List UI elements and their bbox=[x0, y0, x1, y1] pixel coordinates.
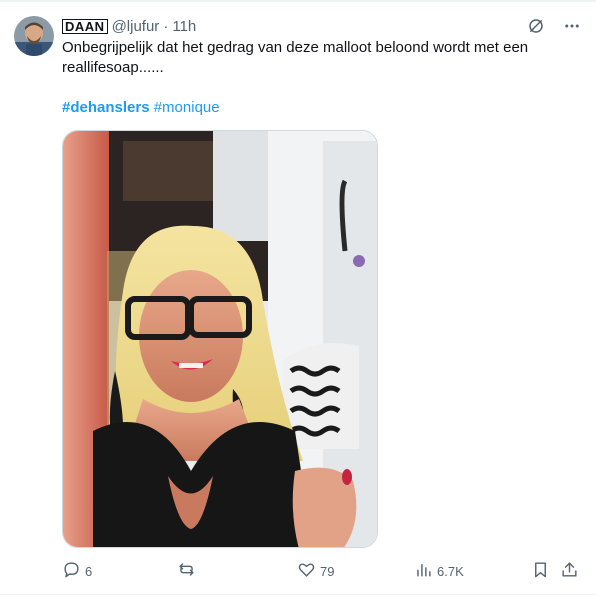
reply-count: 6 bbox=[85, 563, 93, 579]
heart-icon bbox=[297, 560, 316, 582]
like-button[interactable]: 79 bbox=[297, 560, 334, 582]
views-button[interactable]: 6.7K bbox=[414, 560, 464, 582]
tweet-actions-bar: 6 79 6.7K bbox=[62, 560, 582, 584]
tweet-text: Onbegrijpelijk dat het gedrag van deze m… bbox=[62, 39, 529, 76]
retweet-icon bbox=[177, 560, 196, 582]
hashtag-link[interactable]: #monique bbox=[154, 99, 220, 116]
retweet-button[interactable] bbox=[177, 560, 200, 582]
like-count: 79 bbox=[320, 563, 335, 579]
hashtag-link[interactable]: #dehanslers bbox=[62, 99, 150, 116]
views-count: 6.7K bbox=[437, 563, 464, 579]
bookmark-button[interactable] bbox=[531, 560, 550, 582]
reply-icon bbox=[62, 560, 81, 582]
share-button[interactable] bbox=[560, 560, 579, 582]
reply-button[interactable]: 6 bbox=[62, 560, 92, 582]
tweet-video[interactable] bbox=[62, 130, 378, 548]
share-icon bbox=[560, 560, 579, 582]
grok-icon[interactable] bbox=[526, 16, 546, 36]
tweet-hashtags: #dehanslers #monique bbox=[62, 98, 220, 118]
bookmark-icon bbox=[531, 560, 550, 582]
tweet-top-actions bbox=[526, 16, 582, 36]
avatar[interactable] bbox=[14, 16, 54, 56]
views-icon bbox=[414, 560, 433, 582]
tweet-header: DAAN @ljufur · 11h bbox=[62, 16, 196, 36]
top-divider bbox=[0, 0, 596, 2]
more-dots-icon[interactable] bbox=[562, 16, 582, 36]
separator-dot: · bbox=[163, 17, 169, 35]
display-name[interactable]: DAAN bbox=[62, 18, 108, 34]
timestamp[interactable]: 11h bbox=[172, 18, 196, 35]
user-handle[interactable]: @ljufur bbox=[112, 18, 160, 35]
